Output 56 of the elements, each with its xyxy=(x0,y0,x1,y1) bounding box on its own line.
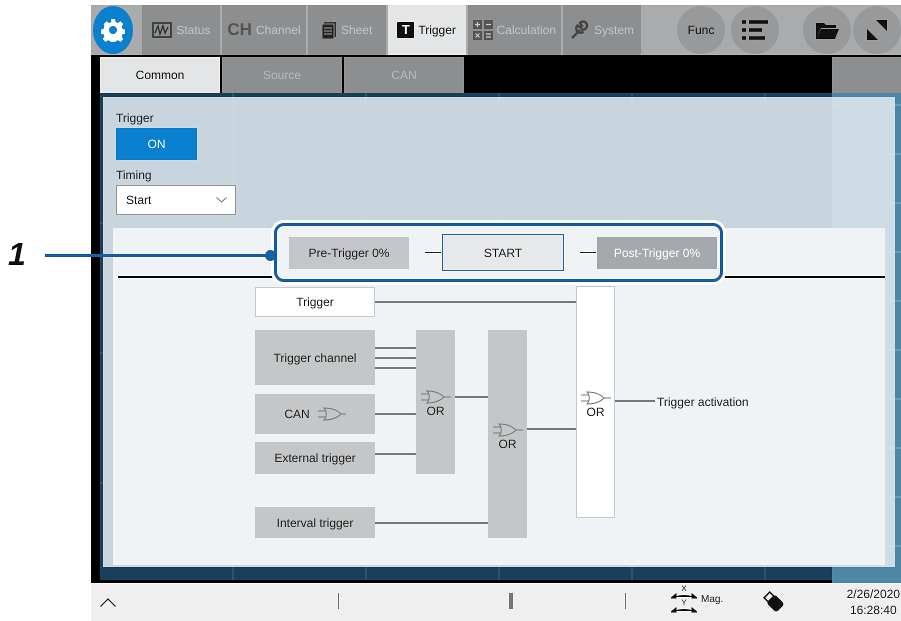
connector-line xyxy=(455,396,488,398)
connector-line xyxy=(375,453,416,455)
timing-dropdown[interactable]: Start xyxy=(116,185,236,215)
resize-button[interactable] xyxy=(853,6,901,54)
status-date: 2/26/2020 xyxy=(846,586,900,602)
list-icon xyxy=(742,20,768,40)
chevron-down-icon xyxy=(216,197,227,203)
list-button[interactable] xyxy=(731,6,779,54)
connector-line xyxy=(375,357,416,359)
side-panel-header xyxy=(832,57,901,93)
calculator-icon xyxy=(472,20,493,40)
input-label: Trigger channel xyxy=(274,350,356,364)
folder-icon xyxy=(815,20,839,40)
input-label: CAN xyxy=(284,407,310,421)
connector-line xyxy=(615,400,655,402)
trigger-label: Trigger xyxy=(116,111,154,125)
or-gate-icon xyxy=(492,423,522,437)
input-label: Trigger xyxy=(296,295,334,309)
caret-up-icon[interactable] xyxy=(100,598,116,606)
timeline-block[interactable]: START xyxy=(442,234,564,271)
double-arrow-icon xyxy=(671,607,697,613)
input-label: External trigger xyxy=(274,451,356,465)
trigger-icon: T xyxy=(397,22,414,38)
gear-icon xyxy=(101,18,126,42)
gate-label: OR xyxy=(498,437,516,451)
connector-line xyxy=(375,367,416,369)
or-gate-icon xyxy=(420,390,450,404)
diagonal-arrows-icon xyxy=(866,19,888,41)
gate-label: OR xyxy=(426,404,444,418)
input-label: Interval trigger xyxy=(276,516,354,530)
magnification-control[interactable]: X Y Mag. xyxy=(671,585,724,613)
timeline-block[interactable]: Pre-Trigger 0% xyxy=(289,236,409,268)
usb-drive-icon xyxy=(763,591,785,613)
connector-line xyxy=(527,428,576,430)
x-axis-label: X xyxy=(681,585,687,593)
y-axis-label: Y xyxy=(681,599,687,607)
toolbar-tab[interactable]: T Trigger xyxy=(388,5,466,55)
settings-button[interactable] xyxy=(93,6,134,54)
output-label: Trigger activation xyxy=(657,395,749,409)
waveform-icon xyxy=(152,22,172,38)
connector-line xyxy=(375,347,416,349)
sub-tab[interactable]: Common xyxy=(100,57,220,93)
timing-label: Timing xyxy=(116,168,152,182)
status-time: 16:28:40 xyxy=(850,602,897,618)
wrench-icon xyxy=(570,20,590,40)
document-icon xyxy=(320,21,337,39)
trigger-toggle[interactable]: ON xyxy=(116,128,197,160)
gate-label: OR xyxy=(586,405,604,419)
func-button[interactable]: Func xyxy=(677,6,725,54)
or-gate-icon xyxy=(580,391,610,405)
or-gate-icon xyxy=(318,407,346,421)
folder-button[interactable] xyxy=(803,6,851,54)
double-arrow-icon xyxy=(671,593,697,599)
callout-number: 1 xyxy=(8,236,26,273)
channel-icon: CH xyxy=(227,20,252,40)
connector-line xyxy=(375,413,416,415)
